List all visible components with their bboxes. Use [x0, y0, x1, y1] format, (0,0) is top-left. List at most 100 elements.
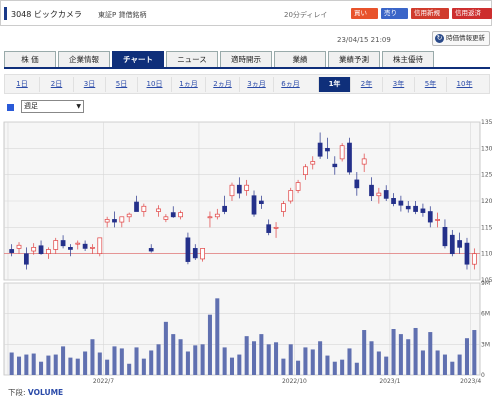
volume-bar	[413, 327, 418, 375]
volume-tick-label: 3M	[481, 341, 490, 348]
candle-body	[317, 142, 323, 157]
price-tick-label: 1300	[481, 145, 492, 152]
candle-body	[200, 248, 205, 260]
footer-value[interactable]: VOLUME	[28, 388, 63, 397]
volume-bar	[362, 330, 367, 375]
volume-bar	[318, 341, 323, 375]
volume-bar	[229, 357, 235, 375]
volume-bar	[112, 346, 117, 375]
candle-body	[273, 226, 279, 229]
candle-body	[442, 226, 448, 247]
volume-bar	[53, 354, 58, 375]
candle-body	[303, 166, 308, 176]
candle-body	[60, 240, 66, 247]
candle-body	[75, 242, 81, 245]
candle-body	[236, 184, 242, 194]
volume-bar	[39, 361, 44, 375]
volume-tick-label: 0	[481, 372, 485, 379]
volume-bar	[90, 339, 95, 375]
candle-body	[104, 219, 110, 223]
volume-bar	[369, 341, 374, 375]
volume-bar	[16, 356, 22, 375]
price-tick-label: 1350	[481, 119, 492, 126]
volume-bar	[75, 358, 80, 375]
candle-body	[112, 219, 117, 223]
volume-bar	[420, 350, 425, 375]
candle-body	[214, 213, 220, 218]
candle-body	[420, 208, 426, 213]
price-tick-label: 1200	[481, 198, 492, 205]
candle-body	[354, 179, 360, 189]
candle-body	[435, 219, 440, 221]
volume-bar	[119, 348, 124, 375]
candle-body	[185, 237, 191, 262]
volume-bar	[127, 363, 132, 375]
volume-bar	[83, 351, 88, 375]
x-tick-label: 2023/1	[379, 378, 400, 385]
volume-bar	[185, 351, 190, 375]
candle-body	[449, 234, 455, 255]
candle-body	[207, 216, 213, 219]
candle-body	[192, 248, 198, 259]
volume-bar	[406, 339, 411, 375]
volume-tick-label: 9M	[481, 280, 490, 287]
candle-body	[361, 158, 367, 165]
volume-bar	[215, 298, 220, 375]
candle-body	[244, 184, 250, 191]
volume-bar	[376, 351, 381, 375]
candle-body	[229, 184, 235, 197]
volume-bar	[237, 354, 242, 375]
volume-bar	[163, 321, 168, 375]
candle-body	[251, 195, 257, 215]
volume-bar	[61, 346, 66, 375]
candle-body	[347, 142, 352, 173]
volume-bar	[347, 348, 352, 375]
candle-body	[16, 244, 22, 249]
volume-bar	[391, 329, 396, 375]
candle-body	[281, 203, 286, 212]
volume-bar	[450, 361, 455, 375]
volume-bar	[332, 361, 337, 375]
candle-body	[46, 249, 51, 255]
candle-body	[339, 145, 345, 160]
volume-bar	[472, 330, 477, 375]
x-tick-label: 2023/4	[460, 378, 481, 385]
candle-body	[376, 192, 382, 197]
candle-body	[471, 253, 477, 265]
volume-bar	[134, 347, 139, 375]
volume-bar	[266, 344, 271, 375]
volume-bar	[31, 353, 36, 375]
candle-body	[97, 237, 103, 255]
candle-body	[332, 163, 338, 168]
volume-bar	[156, 344, 161, 375]
price-tick-label: 1250	[481, 172, 492, 179]
candle-body	[9, 249, 15, 253]
candle-body	[163, 216, 169, 220]
candle-body	[156, 208, 161, 212]
candle-body	[398, 200, 404, 206]
candle-body	[288, 190, 294, 202]
volume-bar	[178, 339, 183, 375]
candle-body	[325, 147, 330, 152]
volume-bar	[325, 355, 330, 375]
volume-bar	[200, 344, 205, 375]
volume-bar	[68, 357, 73, 375]
candle-body	[90, 246, 95, 249]
candle-body	[310, 161, 316, 165]
candle-body	[391, 198, 396, 204]
volume-bar	[9, 352, 14, 375]
volume-bar	[288, 344, 293, 375]
volume-bar	[193, 345, 198, 375]
candle-body	[464, 242, 470, 265]
volume-bar	[222, 347, 227, 375]
candle-body	[141, 205, 147, 212]
volume-bar	[281, 358, 286, 375]
candle-body	[68, 246, 73, 250]
candle-body	[31, 246, 37, 252]
candle-body	[53, 240, 59, 250]
volume-bar	[149, 350, 154, 375]
volume-bar	[207, 314, 212, 375]
volume-bar	[97, 352, 102, 375]
volume-bar	[141, 358, 146, 375]
volume-bar	[24, 354, 29, 375]
